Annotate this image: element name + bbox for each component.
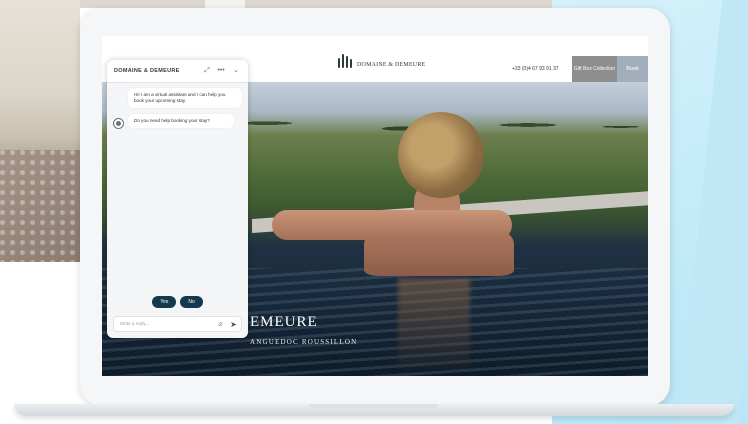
- book-button[interactable]: Book: [617, 56, 648, 82]
- logo-text: DOMAINE & DEMEURE: [357, 62, 426, 68]
- hero-subtitle: ANGUEDOC ROUSSILLON: [250, 338, 358, 346]
- woman-hair: [398, 112, 484, 198]
- quick-replies: Yes No: [107, 296, 248, 310]
- more-icon[interactable]: •••: [216, 66, 226, 76]
- chat-widget: DOMAINE & DEMEURE ⤢ ••• ⌄ Hi! I am a vir…: [107, 60, 248, 338]
- site-logo[interactable]: DOMAINE & DEMEURE: [338, 54, 425, 68]
- quick-reply-yes[interactable]: Yes: [152, 296, 177, 308]
- phone-number[interactable]: +33 (0)4 67 93 91 37: [512, 66, 559, 72]
- gift-box-label: Gift Box Collection: [573, 66, 616, 72]
- chat-reply-input[interactable]: Write a reply... ⌀ ➤: [113, 316, 242, 332]
- send-icon[interactable]: ➤: [228, 319, 239, 330]
- woman-arms: [272, 210, 512, 240]
- chevron-down-icon[interactable]: ⌄: [231, 66, 241, 76]
- book-label: Book: [626, 66, 639, 72]
- paperclip-icon[interactable]: ⌀: [216, 320, 225, 329]
- chat-messages: Hi! I am a virtual assistant and I can h…: [107, 82, 248, 294]
- background-wall: [80, 0, 552, 8]
- laptop-notch: [310, 404, 438, 408]
- chat-message: Hi! I am a virtual assistant and I can h…: [128, 88, 242, 108]
- laptop-base: [14, 404, 734, 416]
- logo-tree-icon: [350, 59, 352, 68]
- chat-message-text: Do you need help booking your stay?: [134, 118, 210, 123]
- logo-tree-icon: [338, 58, 340, 68]
- logo-tree-icon: [342, 54, 344, 68]
- background-stroke: [677, 0, 748, 424]
- chat-message-text: Hi! I am a virtual assistant and I can h…: [134, 92, 226, 103]
- background-carpet: [0, 150, 80, 262]
- chat-header: DOMAINE & DEMEURE ⤢ ••• ⌄: [107, 60, 248, 83]
- background-window: [205, 0, 245, 8]
- chat-title: DOMAINE & DEMEURE: [114, 68, 180, 74]
- expand-icon[interactable]: ⤢: [202, 66, 212, 76]
- gift-box-button[interactable]: Gift Box Collection: [572, 56, 617, 82]
- chat-message: Do you need help booking your stay?: [128, 114, 234, 128]
- logo-tree-icon: [346, 56, 348, 68]
- water-reflection: [398, 278, 470, 368]
- quick-reply-no[interactable]: No: [180, 296, 203, 308]
- bot-avatar: [113, 118, 124, 129]
- reply-placeholder: Write a reply...: [120, 321, 150, 326]
- hero-title: EMEURE: [250, 314, 318, 330]
- background-room-photo: [0, 0, 80, 262]
